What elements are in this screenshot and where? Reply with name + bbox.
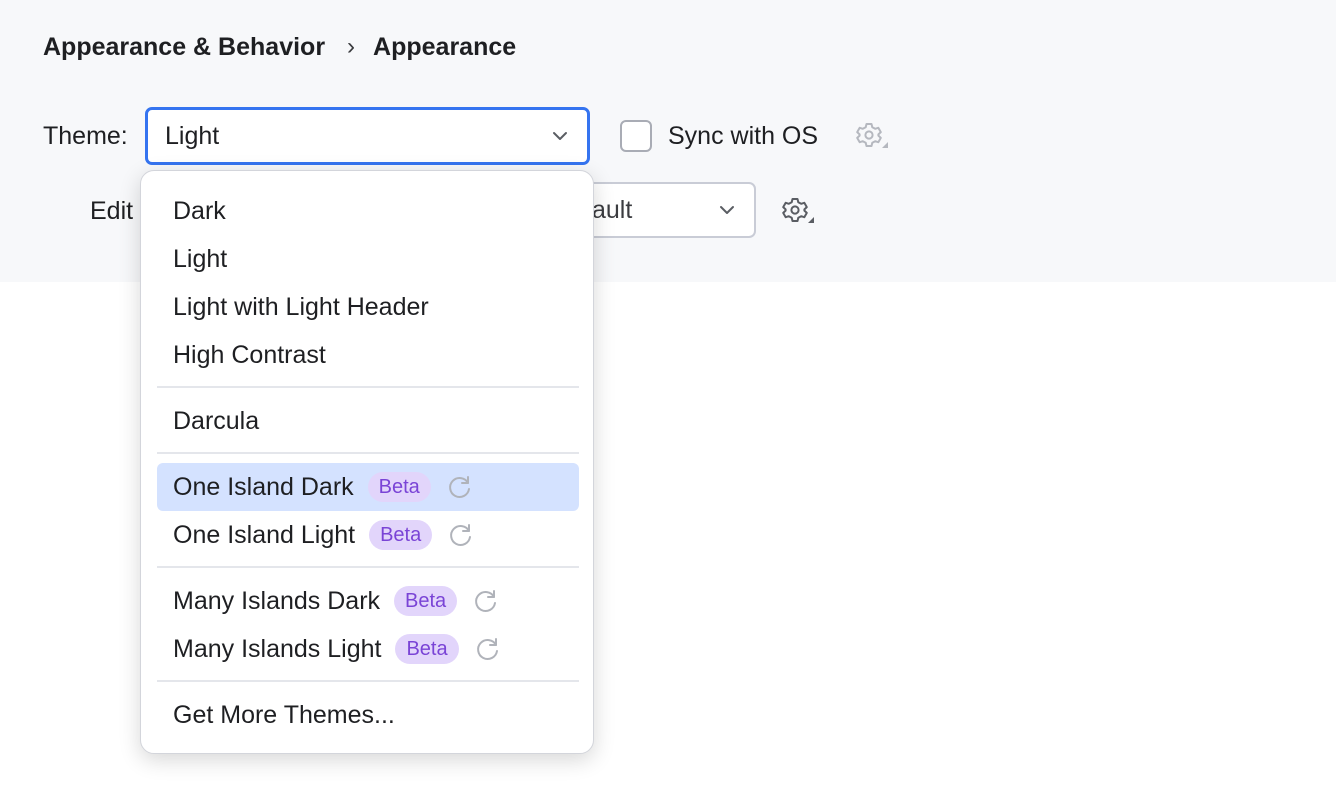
breadcrumb-separator: › [347, 33, 356, 60]
editor-scheme-label: Edit [90, 197, 134, 225]
theme-option-label: One Island Light [173, 520, 356, 549]
editor-settings-gear-icon[interactable] [778, 193, 814, 229]
theme-label: Theme: [43, 122, 128, 150]
theme-option-light[interactable]: Light [157, 235, 579, 283]
sync-with-os-label[interactable]: Sync with OS [668, 118, 818, 154]
reload-icon[interactable] [445, 472, 475, 502]
chevron-down-icon [720, 206, 734, 214]
reload-icon[interactable] [473, 634, 503, 664]
theme-option-label: Many Islands Dark [173, 586, 381, 615]
editor-scheme-combobox-value: ault [592, 195, 633, 224]
theme-option-label: Light with Light Header [173, 292, 429, 321]
reload-icon[interactable] [446, 520, 476, 550]
theme-option-light-with-light-header[interactable]: Light with Light Header [157, 283, 579, 331]
breadcrumb-parent[interactable]: Appearance & Behavior [43, 33, 325, 62]
dropdown-separator [157, 452, 579, 454]
breadcrumb: Appearance & Behavior › Appearance [43, 30, 516, 64]
theme-option-label: One Island Dark [173, 472, 354, 501]
beta-badge: Beta [367, 472, 431, 502]
chevron-down-icon [553, 132, 567, 140]
theme-option-dark[interactable]: Dark [157, 187, 579, 235]
theme-combobox-value: Light [165, 121, 220, 150]
dropdown-separator [157, 566, 579, 568]
settings-page: Appearance & Behavior › Appearance Theme… [0, 0, 1336, 808]
theme-option-label: Dark [173, 196, 226, 225]
theme-option-darcula[interactable]: Darcula [157, 397, 579, 445]
theme-option-many-islands-dark[interactable]: Many Islands Dark Beta [157, 577, 579, 625]
theme-option-one-island-light[interactable]: One Island Light Beta [157, 511, 579, 559]
theme-option-label: Darcula [173, 406, 260, 435]
reload-icon[interactable] [471, 586, 501, 616]
sync-settings-gear-icon[interactable] [852, 118, 888, 154]
sync-with-os-checkbox[interactable] [620, 120, 652, 152]
beta-badge: Beta [394, 586, 458, 616]
theme-option-one-island-dark[interactable]: One Island Dark Beta [157, 463, 579, 511]
get-more-themes-link[interactable]: Get More Themes... [157, 691, 579, 739]
theme-combobox[interactable]: Light [145, 107, 590, 165]
breadcrumb-current: Appearance [373, 32, 517, 61]
theme-option-label: Get More Themes... [173, 700, 395, 729]
theme-option-label: High Contrast [173, 340, 326, 369]
theme-option-label: Many Islands Light [173, 634, 382, 663]
beta-badge: Beta [395, 634, 459, 664]
dropdown-separator [157, 386, 579, 388]
theme-option-high-contrast[interactable]: High Contrast [157, 331, 579, 379]
theme-option-many-islands-light[interactable]: Many Islands Light Beta [157, 625, 579, 673]
theme-option-label: Light [173, 244, 228, 273]
beta-badge: Beta [369, 520, 433, 550]
theme-dropdown-popup: Dark Light Light with Light Header High … [140, 170, 594, 754]
dropdown-separator [157, 680, 579, 682]
